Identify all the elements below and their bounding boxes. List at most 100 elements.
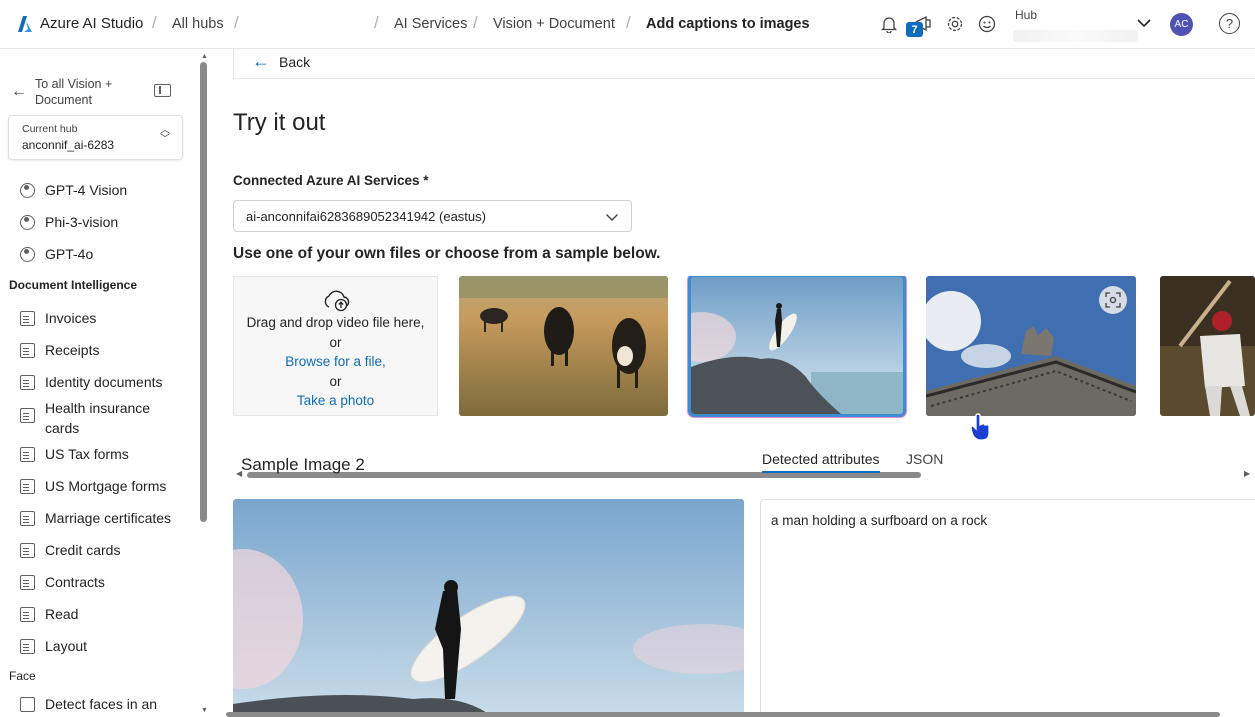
sidebar-item-identity-documents[interactable]: Identity documents (20, 372, 163, 392)
hub-selector-label: Hub (1015, 8, 1038, 22)
sidebar-item-label: Layout (45, 638, 88, 654)
cows-grazing-image (459, 276, 668, 416)
document-icon (20, 638, 35, 654)
current-hub-value: anconnif_ai-6283 (22, 138, 115, 152)
help-icon[interactable]: ? (1219, 13, 1240, 34)
sidebar-item-label: Detect faces in an (45, 696, 158, 712)
sidebar-item-label: US Mortgage forms (45, 478, 167, 494)
sidebar-item-label: GPT-4o (45, 246, 94, 262)
sidebar-item-gpt-4-vision[interactable]: GPT-4 Vision (20, 180, 127, 200)
document-icon (20, 542, 35, 558)
sidebar-item-credit-cards[interactable]: Credit cards (20, 540, 120, 560)
back-label: Back (279, 53, 311, 70)
breadcrumb-separator: / (152, 13, 157, 32)
sidebar-item-label: Marriage certificates (45, 510, 172, 526)
page-title: Try it out (233, 109, 326, 136)
hub-selector-value[interactable] (1013, 30, 1138, 42)
sidebar-item-us-tax-forms[interactable]: US Tax forms (20, 444, 129, 464)
eye-icon (20, 214, 35, 230)
take-photo-link[interactable]: Take a photo (234, 391, 437, 411)
settings-gear-icon[interactable] (944, 13, 966, 35)
section-document-intelligence: Document Intelligence (9, 278, 138, 292)
breadcrumb-separator: / (473, 13, 478, 32)
breadcrumb-all-hubs[interactable]: All hubs (172, 16, 224, 32)
chevron-down-icon (606, 214, 618, 221)
breadcrumb-ai-services[interactable]: AI Services (394, 16, 467, 32)
surfer-on-rock-image (691, 277, 903, 414)
connected-services-label: Connected Azure AI Services * (233, 173, 429, 188)
upload-dropzone[interactable]: Drag and drop video file here, or Browse… (233, 276, 438, 416)
dropzone-text: Drag and drop video file here, (246, 315, 425, 330)
divider (233, 78, 1255, 79)
current-hub-label: Current hub (22, 123, 78, 135)
current-hub-selector[interactable]: Current hub anconnif_ai-6283 ︿ ﹀ (8, 115, 183, 160)
sidebar-item-label: Credit cards (45, 542, 121, 558)
sample-image-title: Sample Image 2 (241, 455, 365, 474)
up-down-chevron-icon: ︿ ﹀ (160, 125, 170, 145)
back-to-all-vision-document[interactable]: ← To all Vision + Document (11, 76, 135, 108)
collapse-sidebar-icon[interactable] (154, 84, 171, 97)
feedback-smiley-icon[interactable] (976, 13, 998, 35)
section-face: Face (9, 669, 36, 683)
hand-pointer-cursor-icon (970, 413, 990, 441)
dropzone-or: or (329, 373, 342, 389)
scroll-up-arrow-icon[interactable]: ▲ (201, 53, 208, 60)
back-button[interactable]: ← Back (252, 51, 310, 72)
azure-logo-icon (18, 15, 32, 32)
browse-file-link[interactable]: Browse for a file, (234, 352, 437, 372)
chevron-down-icon[interactable] (1136, 15, 1152, 31)
sample-image-1-thumbnail[interactable] (459, 276, 668, 416)
sample-gallery: Drag and drop video file here, or Browse… (233, 276, 1255, 423)
sidebar-item-label: GPT-4 Vision (45, 182, 128, 198)
sidebar-item-label: Receipts (45, 342, 100, 358)
sidebar-item-us-mortgage-forms[interactable]: US Mortgage forms (20, 476, 166, 496)
sidebar-item-read[interactable]: Read (20, 604, 78, 624)
document-icon (20, 510, 35, 526)
eye-icon (20, 182, 35, 198)
tab-detected-attributes[interactable]: Detected attributes (762, 451, 880, 473)
brand[interactable]: Azure AI Studio (18, 15, 143, 32)
document-icon (20, 408, 35, 423)
sidebar-item-gpt-4o[interactable]: GPT-4o (20, 244, 93, 264)
face-icon (20, 696, 35, 712)
sample-image-preview (233, 499, 744, 717)
connected-services-value: ai-anconnifai6283689052341942 (eastus) (246, 209, 486, 224)
tab-json[interactable]: JSON (906, 451, 943, 471)
surfer-on-rock-large-image (233, 499, 744, 717)
sidebar-item-label: US Tax forms (45, 446, 129, 462)
breadcrumb-current: Add captions to images (646, 16, 810, 32)
sidebar-item-marriage-certificates[interactable]: Marriage certificates (20, 508, 171, 528)
document-icon (20, 606, 35, 622)
sidebar-item-label: Identity documents (45, 374, 163, 390)
caption-result: a man holding a surfboard on a rock (771, 513, 988, 528)
connected-services-dropdown[interactable]: ai-anconnifai6283689052341942 (eastus) (233, 200, 632, 232)
sample-image-2-thumbnail[interactable] (688, 276, 906, 417)
smart-crop-focus-icon[interactable] (1099, 286, 1127, 314)
document-icon (20, 446, 35, 462)
sidebar-item-receipts[interactable]: Receipts (20, 340, 99, 360)
scroll-down-arrow-icon[interactable]: ▼ (201, 707, 208, 714)
sidebar-item-label: Health insurance cards (45, 400, 151, 436)
sidebar-item-phi-3-vision[interactable]: Phi-3-vision (20, 212, 118, 232)
notifications-bell-icon[interactable] (878, 13, 900, 35)
sidebar-scrollbar[interactable] (200, 62, 207, 522)
sidebar-item-contracts[interactable]: Contracts (20, 572, 105, 592)
breadcrumb-separator: / (626, 13, 631, 32)
dropzone-or: or (329, 334, 342, 350)
breadcrumb-vision-document[interactable]: Vision + Document (493, 16, 615, 32)
avatar[interactable]: AC (1170, 13, 1193, 36)
page-horizontal-scrollbar[interactable] (226, 712, 1220, 717)
sample-image-4-thumbnail[interactable] (1160, 276, 1255, 416)
sidebar-item-detect-faces[interactable]: Detect faces in an (20, 694, 157, 714)
sidebar-item-layout[interactable]: Layout (20, 636, 87, 656)
arrow-left-icon: ← (11, 83, 27, 100)
baseball-batter-image (1160, 276, 1255, 416)
scroll-right-arrow-icon[interactable]: ▶ (1244, 469, 1250, 478)
sample-image-3-thumbnail[interactable] (926, 276, 1136, 416)
document-icon (20, 310, 35, 326)
document-icon (20, 478, 35, 494)
sidebar-item-health-insurance-cards[interactable]: Health insurance cards (20, 398, 165, 438)
eye-icon (20, 246, 35, 262)
sidebar-item-invoices[interactable]: Invoices (20, 308, 96, 328)
top-bar: Azure AI Studio / All hubs / / AI Servic… (0, 0, 1255, 49)
